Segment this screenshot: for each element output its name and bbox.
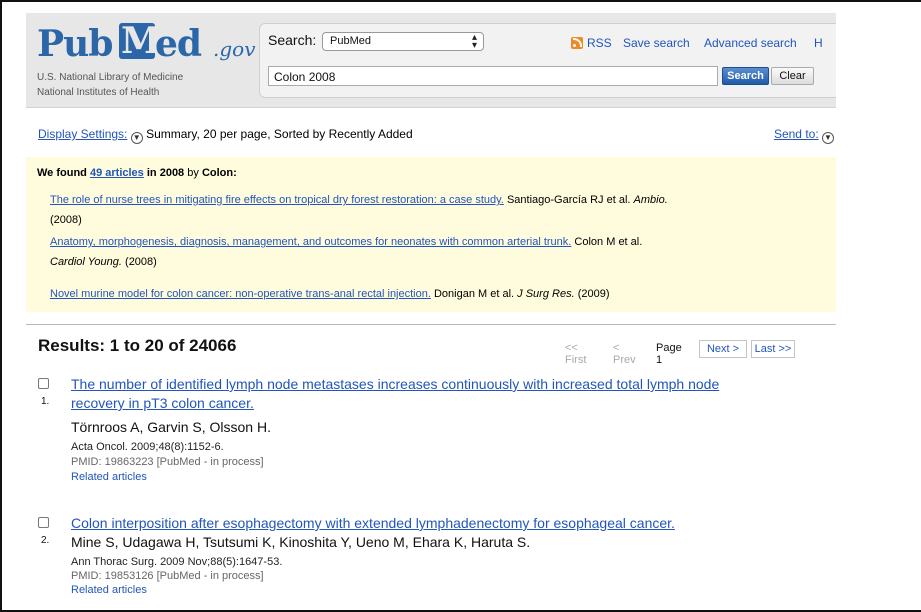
suggestion-authors: Colon M et al. (574, 236, 643, 248)
result-journal: Ann Thorac Surg. 2009 Nov;88(5):1647-53. (71, 556, 283, 568)
result-title-link-cont[interactable]: recovery in pT3 colon cancer. (71, 394, 254, 413)
result-pmid: PMID: 19853126 [PubMed - in process] (71, 570, 264, 582)
logo-m-box: M (119, 23, 161, 59)
suggestion-authors: Donigan M et al. (433, 288, 515, 300)
pager-prev: < Prev (613, 342, 636, 366)
suggestion-journal: Cardiol Young. (50, 256, 122, 268)
rss-link[interactable]: RSS (587, 36, 612, 50)
org-line-nlm: U.S. National Library of Medicine (37, 72, 184, 83)
clear-button[interactable]: Clear (771, 67, 814, 85)
search-input[interactable]: Colon 2008 (268, 66, 718, 86)
save-search-link[interactable]: Save search (623, 36, 690, 50)
suggestion-title-link[interactable]: The role of nurse trees in mitigating fi… (50, 194, 504, 206)
rss-icon[interactable] (571, 37, 583, 49)
suggestion-year: (2008) (125, 256, 157, 268)
pager-next-button[interactable]: Next > (699, 340, 747, 358)
search-button[interactable]: Search (722, 67, 769, 85)
found-by: by (187, 167, 199, 179)
found-term: Colon: (201, 167, 237, 179)
result-number: 1. (41, 396, 50, 407)
results-title: Results: 1 to 20 of 24066 (38, 336, 237, 355)
display-summary: Summary, 20 per page, Sorted by Recently… (146, 127, 413, 141)
result-title-link[interactable]: The number of identified lymph node meta… (71, 375, 719, 394)
suggestion-authors: Santiago-García RJ et al. (506, 194, 631, 206)
result-authors: Törnroos A, Garvin S, Olsson H. (71, 419, 271, 435)
help-link[interactable]: H (814, 36, 823, 50)
pager-last-button[interactable]: Last >> (751, 340, 795, 358)
result-checkbox[interactable] (38, 517, 49, 528)
logo-ed: ed (155, 23, 202, 65)
found-year: 2008 (159, 167, 185, 179)
pager-current-page: Page 1 (656, 342, 682, 366)
suggestion-item: Novel murine model for colon cancer: non… (50, 284, 830, 304)
org-line-nih: National Institutes of Health (37, 87, 160, 98)
select-arrows-icon: ▴ ▾ (471, 32, 477, 51)
result-checkbox[interactable] (38, 378, 49, 389)
articles-count-link[interactable]: 49 articles (90, 167, 144, 179)
send-to-link[interactable]: Send to: (774, 127, 819, 141)
database-select[interactable]: PubMed ▴ ▾ (322, 32, 484, 51)
found-in: in (146, 167, 157, 179)
result-pmid: PMID: 19863223 [PubMed - in process] (71, 456, 264, 468)
suggestion-year: (2009) (577, 288, 610, 300)
database-select-value: PubMed (330, 35, 371, 47)
suggestion-journal: Ambio. (633, 194, 668, 206)
result-journal: Acta Oncol. 2009;48(8):1152-6. (71, 441, 224, 453)
chevron-down-icon[interactable]: ▼ (130, 132, 143, 144)
result-item: 2. Colon interposition after esophagecto… (38, 515, 838, 610)
suggestion-title-link[interactable]: Anatomy, morphogenesis, diagnosis, manag… (50, 236, 571, 248)
result-authors: Mine S, Udagawa H, Tsutsumi K, Kinoshita… (71, 534, 531, 550)
display-settings-row: Display Settings: ▼ Summary, 20 per page… (38, 127, 834, 145)
found-prefix: We found (37, 167, 87, 179)
search-label: Search: (268, 32, 317, 48)
suggestion-item: Anatomy, morphogenesis, diagnosis, manag… (50, 232, 830, 272)
logo-gov: .gov (213, 37, 256, 61)
suggestion-journal: J Surg Res. (517, 288, 575, 300)
result-title-link[interactable]: Colon interposition after esophagectomy … (71, 514, 675, 533)
pubmed-header: Pub M ed .gov U.S. National Library of M… (26, 13, 836, 108)
suggestion-item: The role of nurse trees in mitigating fi… (50, 190, 830, 230)
suggestion-title-link[interactable]: Novel murine model for colon cancer: non… (50, 288, 431, 300)
divider (26, 324, 836, 325)
year-suggestion-box: We found 49 articles in 2008 by Colon: T… (26, 157, 836, 312)
result-item: 1. The number of identified lymph node m… (38, 376, 838, 496)
related-articles-link[interactable]: Related articles (71, 471, 147, 483)
pager-first: << First (565, 342, 587, 366)
suggestion-header: We found 49 articles in 2008 by Colon: (37, 167, 237, 179)
chevron-down-icon[interactable]: ▼ (822, 132, 834, 144)
search-panel: Search: PubMed ▴ ▾ Colon 2008 Search Clea… (259, 23, 836, 98)
suggestion-year: (2008) (50, 214, 82, 226)
logo-pub: Pub (37, 23, 113, 65)
send-to: Send to: ▼ (774, 127, 834, 144)
display-settings-link[interactable]: Display Settings: (38, 127, 127, 141)
advanced-search-link[interactable]: Advanced search (704, 36, 797, 50)
result-number: 2. (41, 535, 50, 546)
related-articles-link[interactable]: Related articles (71, 584, 147, 596)
